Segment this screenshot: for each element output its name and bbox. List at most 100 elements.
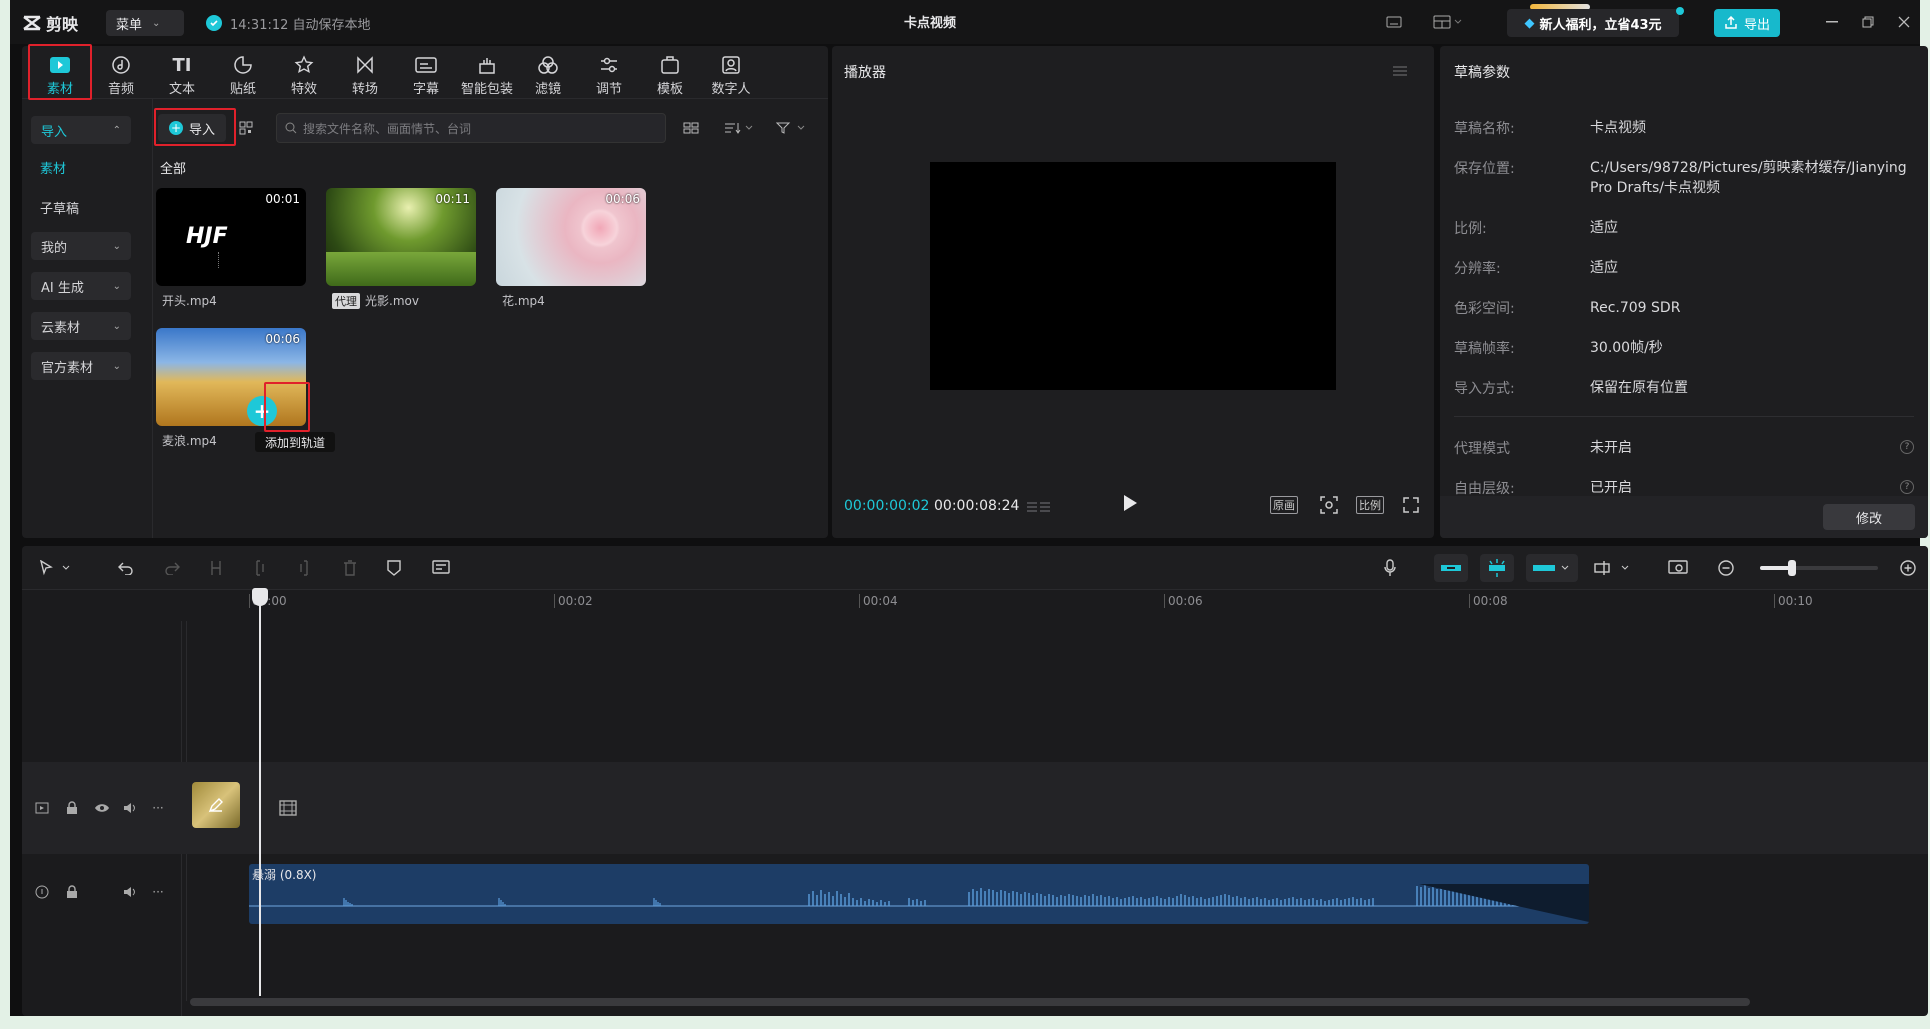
restore-icon[interactable] (1858, 12, 1878, 32)
tab-media[interactable]: 素材 (30, 46, 90, 104)
layout-icon[interactable] (1428, 12, 1468, 32)
template-icon (661, 56, 679, 74)
more-icon[interactable]: ··· (150, 800, 166, 816)
param-value: C:/Users/98728/Pictures/剪映素材缓存/JianyingP… (1590, 160, 1907, 196)
play-icon[interactable] (1122, 494, 1142, 518)
original-quality-button[interactable]: 原画 (1270, 496, 1298, 514)
param-value: Rec.709 SDR (1590, 300, 1681, 316)
timeline-scrollbar[interactable] (190, 998, 1750, 1006)
tab-label: 特效 (290, 82, 317, 97)
export-button[interactable]: 导出 (1714, 9, 1780, 37)
zoom-in-icon[interactable] (1898, 558, 1918, 578)
add-to-track-button[interactable]: + (247, 396, 277, 426)
sidebar-item-subdraft[interactable]: 子草稿 (40, 198, 79, 217)
import-button[interactable]: + 导入 (158, 114, 226, 142)
param-row-location: 保存位置: C:/Users/98728/Pictures/剪映素材缓存/Jian… (1454, 158, 1914, 198)
chevron-down-icon: ⌄ (152, 17, 161, 29)
sidebar-item-import[interactable]: 导入 ⌃ (31, 116, 131, 144)
media-item-flower[interactable]: 00:06 (496, 188, 646, 286)
sidebar-item-ai-generate[interactable]: AI 生成 ⌄ (31, 272, 131, 300)
close-icon[interactable] (1894, 12, 1914, 32)
playhead[interactable] (259, 596, 261, 996)
volume-icon[interactable] (122, 800, 138, 816)
tab-effects[interactable]: 特效 (274, 46, 334, 104)
trim-left-icon[interactable] (250, 558, 270, 578)
lock-icon[interactable] (64, 884, 80, 900)
promo-button[interactable]: ◆ 新人福利，立省43元 (1507, 9, 1679, 37)
zoom-slider[interactable] (1760, 560, 1878, 576)
export-icon (1725, 16, 1737, 29)
marker-icon[interactable] (384, 558, 404, 578)
auto-snap-icon[interactable] (1480, 554, 1514, 582)
sidebar-item-mine[interactable]: 我的 ⌄ (31, 232, 131, 260)
notification-dot (1676, 7, 1684, 15)
modify-button[interactable]: 修改 (1823, 504, 1915, 530)
media-item-opening[interactable]: HJF 00:01 (156, 188, 306, 286)
proxy-badge: 代理 (332, 292, 360, 309)
tab-adjust[interactable]: 调节 (579, 46, 639, 104)
shortcut-keyboard-icon[interactable] (1384, 12, 1404, 32)
tab-smart-package[interactable]: 智能包装 (457, 46, 517, 104)
volume-icon[interactable] (122, 884, 138, 900)
preview-axis-icon[interactable] (1592, 558, 1636, 578)
screenshot-icon[interactable] (1318, 494, 1340, 516)
player-title: 播放器 (844, 65, 886, 81)
help-icon[interactable]: ? (1900, 480, 1914, 494)
player-menu-icon[interactable] (1390, 62, 1410, 80)
help-icon[interactable]: ? (1900, 440, 1914, 454)
tab-sticker[interactable]: 贴纸 (213, 46, 273, 104)
app-name: 剪映 (46, 15, 79, 34)
zoom-slider-handle[interactable] (1788, 560, 1796, 576)
tab-text[interactable]: TI 文本 (152, 46, 212, 104)
timeline-screen-icon[interactable] (1666, 558, 1690, 578)
menu-button[interactable]: 菜单 ⌄ (106, 10, 184, 36)
cover-thumbnail[interactable] (192, 782, 240, 828)
tab-subtitle[interactable]: 字幕 (396, 46, 456, 104)
media-duration: 00:11 (435, 192, 470, 206)
ruler-label: 00:02 (558, 594, 593, 608)
tab-audio[interactable]: 音频 (91, 46, 151, 104)
sort-icon[interactable] (722, 118, 756, 138)
search-input[interactable]: 搜索文件名称、画面情节、台词 (276, 113, 666, 143)
main-track-magnet-icon[interactable] (1434, 554, 1468, 582)
digital-human-icon (722, 56, 740, 74)
aspect-ratio-button[interactable]: 比例 (1356, 496, 1384, 514)
redo-icon[interactable] (162, 558, 182, 578)
smart-package-icon (479, 58, 495, 74)
sidebar-item-media[interactable]: 素材 (40, 158, 66, 177)
media-duration: 00:06 (265, 332, 300, 346)
caption-edit-icon[interactable] (430, 558, 452, 578)
edit-pencil-icon (208, 798, 223, 813)
audio-clip[interactable] (249, 864, 1589, 924)
tab-label: 贴纸 (229, 82, 256, 97)
tab-transition[interactable]: 转场 (335, 46, 395, 104)
tab-label: 智能包装 (460, 82, 513, 97)
param-value: 30.00帧/秒 (1590, 340, 1663, 356)
eye-icon[interactable] (94, 800, 110, 816)
param-row-ratio: 比例: 适应 (1454, 218, 1914, 238)
tab-template[interactable]: 模板 (640, 46, 700, 104)
delete-icon[interactable] (340, 558, 360, 578)
param-row-proxy: 代理模式 未开启 (1454, 438, 1914, 458)
linkage-icon[interactable] (1526, 554, 1578, 582)
fullscreen-icon[interactable] (1400, 494, 1422, 516)
microphone-icon[interactable] (1380, 558, 1400, 578)
select-cursor-icon[interactable] (36, 558, 76, 578)
media-item-light[interactable]: 00:11 (326, 188, 476, 286)
grid-view-icon[interactable] (680, 118, 702, 138)
trim-right-icon[interactable] (294, 558, 314, 578)
split-icon[interactable] (206, 558, 226, 578)
lock-icon[interactable] (64, 800, 80, 816)
sidebar-item-cloud[interactable]: 云素材 ⌄ (31, 312, 131, 340)
sidebar-item-official[interactable]: 官方素材 ⌄ (31, 352, 131, 380)
tab-digital-human[interactable]: 数字人 (701, 46, 761, 104)
tab-filter[interactable]: 滤镜 (518, 46, 578, 104)
minimize-icon[interactable] (1822, 12, 1842, 32)
filter-funnel-icon[interactable] (774, 118, 808, 138)
undo-icon[interactable] (116, 558, 136, 578)
qr-import-icon[interactable] (236, 118, 256, 138)
more-icon[interactable]: ··· (150, 884, 166, 900)
media-item-wheat[interactable]: 00:06 (156, 328, 306, 426)
playhead-handle[interactable] (252, 588, 268, 606)
zoom-out-icon[interactable] (1716, 558, 1736, 578)
